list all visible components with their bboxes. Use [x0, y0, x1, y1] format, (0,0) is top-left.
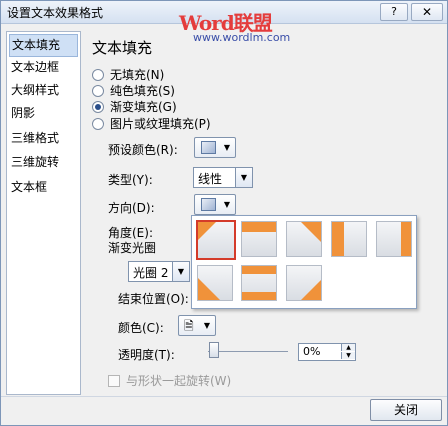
- spin-up-icon[interactable]: ▲: [341, 344, 355, 351]
- gradient-preview-icon: [242, 266, 276, 300]
- nav-item-text-fill[interactable]: 文本填充: [9, 34, 78, 57]
- direction-tile-diagonal-bottom-right[interactable]: [286, 265, 322, 301]
- preset-colors-button[interactable]: ▼: [194, 137, 236, 158]
- stop-position-label: 结束位置(O):: [118, 292, 189, 306]
- direction-label: 方向(D):: [108, 201, 155, 215]
- nav-item-3d-rotation[interactable]: 三维旋转: [9, 152, 78, 173]
- gradient-stops-label: 渐变光圈: [108, 241, 157, 255]
- chevron-down-icon[interactable]: ▼: [172, 262, 189, 281]
- direction-tile-linear-right[interactable]: [331, 221, 367, 257]
- direction-tile-diagonal-bottom-left-corner[interactable]: [197, 265, 233, 301]
- direction-tile-linear-up[interactable]: [241, 265, 277, 301]
- radio-label: 图片或纹理填充(P): [110, 117, 211, 131]
- nav-item-text-outline[interactable]: 文本边框: [9, 57, 78, 78]
- dialog-title: 设置文本效果格式: [7, 6, 104, 20]
- gradient-preview-icon: [198, 278, 220, 300]
- radio-circle-selected[interactable]: [92, 100, 104, 113]
- type-value: 线性: [198, 172, 223, 186]
- radio-label: 无填充(N): [110, 68, 165, 82]
- preset-colors-label: 预设颜色(R):: [108, 143, 178, 157]
- radio-gradient-fill[interactable]: 渐变填充(G): [92, 99, 177, 115]
- direction-tile-linear-down[interactable]: [241, 221, 277, 257]
- close-button[interactable]: 关闭: [370, 399, 442, 421]
- radio-no-fill[interactable]: 无填充(N): [92, 67, 164, 83]
- gradient-preview-icon: [242, 222, 276, 232]
- gradient-preview-icon: [332, 222, 344, 256]
- transparency-slider-track[interactable]: [208, 351, 288, 352]
- radio-solid-fill[interactable]: 纯色填充(S): [92, 83, 175, 99]
- section-title: 文本填充: [92, 39, 153, 57]
- chevron-down-icon: ▼: [223, 143, 230, 152]
- checkbox-label: 与形状一起旋转(W): [126, 374, 232, 388]
- gradient-preview-icon: [301, 280, 321, 300]
- checkbox-box[interactable]: [108, 374, 120, 387]
- spin-down-icon[interactable]: ▼: [341, 352, 355, 359]
- direction-tile-diagonal-top-right[interactable]: [286, 221, 322, 257]
- gradient-swatch-icon: [201, 141, 216, 154]
- footer-divider: [1, 396, 447, 397]
- radio-label: 渐变填充(G): [110, 100, 177, 114]
- rotate-with-shape-checkbox[interactable]: 与形状一起旋转(W): [108, 372, 231, 389]
- gradient-stop-value: 光圈 2: [133, 266, 169, 280]
- close-icon[interactable]: ✕: [411, 3, 443, 21]
- direction-gallery-popup: [191, 215, 417, 309]
- gradient-preview-icon: [401, 222, 411, 256]
- radio-circle[interactable]: [92, 84, 104, 97]
- help-button[interactable]: ?: [380, 3, 408, 21]
- paint-bucket-icon: 🗎: [184, 319, 194, 333]
- direction-tile-linear-left[interactable]: [376, 221, 412, 257]
- chevron-down-icon: ▼: [203, 321, 210, 330]
- nav-item-outline-style[interactable]: 大纲样式: [9, 80, 78, 101]
- radio-picture-fill[interactable]: 图片或纹理填充(P): [92, 116, 211, 132]
- nav-item-text-box[interactable]: 文本框: [9, 177, 78, 198]
- gradient-swatch-icon: [201, 198, 216, 211]
- settings-pane: 文本填充 无填充(N) 纯色填充(S) 渐变填充(G) 图片或纹理填充(P) 预…: [86, 31, 442, 393]
- nav-item-shadow[interactable]: 阴影: [9, 103, 78, 124]
- direction-tile-diagonal-top-left[interactable]: [196, 220, 236, 260]
- type-label: 类型(Y):: [108, 173, 153, 187]
- direction-button[interactable]: ▼: [194, 194, 236, 215]
- nav-item-3d-format[interactable]: 三维格式: [9, 128, 78, 149]
- gradient-preview-icon: [198, 222, 216, 240]
- format-text-effects-dialog: 设置文本效果格式 ? ✕ Word联盟 www.wordlm.com 文本填充 …: [0, 0, 448, 426]
- color-label: 颜色(C):: [118, 321, 164, 335]
- color-picker-button[interactable]: 🗎 ▼: [178, 315, 216, 336]
- radio-circle[interactable]: [92, 117, 104, 130]
- gradient-preview-icon: [301, 222, 321, 242]
- radio-label: 纯色填充(S): [110, 84, 175, 98]
- transparency-slider-thumb[interactable]: [209, 342, 219, 358]
- transparency-spinner[interactable]: 0% ▲ ▼: [298, 343, 356, 361]
- gradient-stop-select[interactable]: 光圈 2 ▼: [128, 261, 190, 282]
- radio-circle[interactable]: [92, 68, 104, 81]
- category-list: 文本填充 文本边框 大纲样式 阴影 三维格式 三维旋转 文本框: [6, 31, 81, 395]
- transparency-value: 0%: [303, 345, 321, 358]
- chevron-down-icon: ▼: [223, 200, 230, 209]
- chevron-down-icon[interactable]: ▼: [235, 168, 252, 187]
- transparency-label: 透明度(T):: [118, 348, 175, 362]
- type-select[interactable]: 线性 ▼: [193, 167, 253, 188]
